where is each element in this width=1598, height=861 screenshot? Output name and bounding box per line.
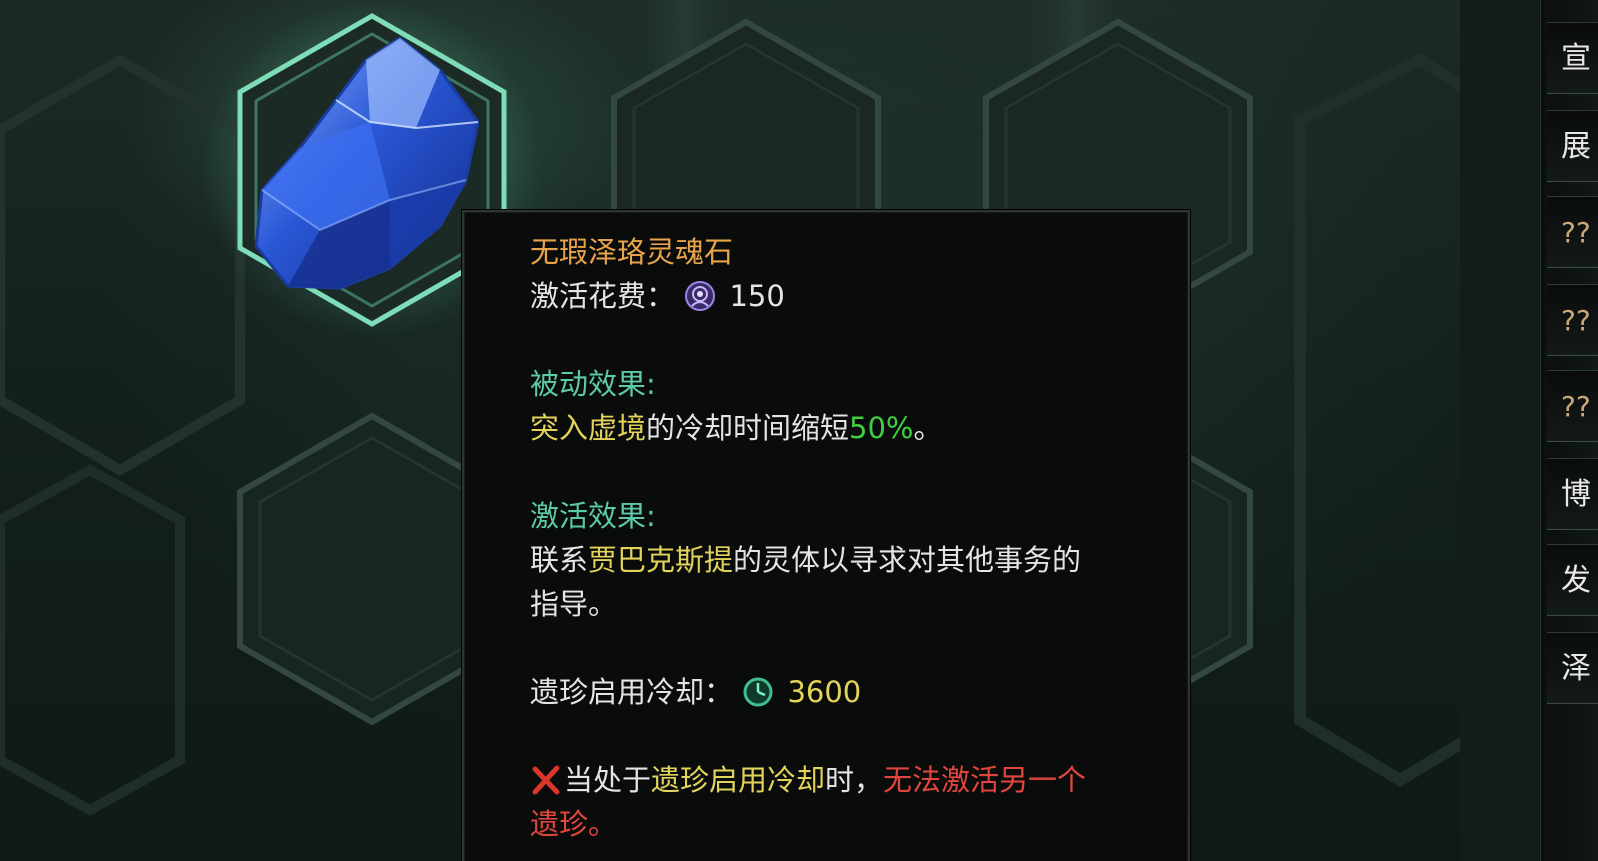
passive-percent: 50% xyxy=(849,411,914,445)
side-menu-item-6[interactable]: 博 xyxy=(1547,458,1598,530)
warning-row-1: 当处于遗珍启用冷却时，无法激活另一个 xyxy=(530,758,1130,802)
soul-stone-icon[interactable] xyxy=(240,30,500,310)
warning-mid: 时， xyxy=(825,763,884,797)
passive-effect-text: 突入虚境的冷却时间缩短50%。 xyxy=(530,406,1130,450)
active-effect-text-1: 联系贾巴克斯提的灵体以寻求对其他事务的 xyxy=(530,538,1130,582)
soul-currency-icon xyxy=(685,281,716,311)
warning-cooldown-term: 遗珍启用冷却 xyxy=(651,763,826,797)
active-effect-header: 激活效果: xyxy=(530,499,656,533)
warning-prefix: 当处于 xyxy=(564,763,652,797)
side-menu-item-8[interactable]: 泽 xyxy=(1547,632,1598,704)
item-name: 无瑕泽珞灵魂石 xyxy=(530,235,734,269)
warning-text-2: 遗珍。 xyxy=(530,807,618,841)
side-menu-item-5[interactable]: ?? xyxy=(1547,370,1598,442)
red-x-icon xyxy=(532,765,560,795)
relic-screen: 宣 展 ?? ?? ?? 博 发 泽 无瑕泽珞灵魂石 激活花费： 150 被动效… xyxy=(0,0,1598,861)
side-menu-item-7[interactable]: 发 xyxy=(1547,544,1598,616)
activation-cost-label: 激活花费： xyxy=(530,279,676,313)
side-menu-item-1[interactable]: 宣 xyxy=(1547,22,1598,94)
side-menu: 宣 展 ?? ?? ?? 博 发 泽 xyxy=(1540,0,1598,861)
relic-tooltip: 无瑕泽珞灵魂石 激活花费： 150 被动效果: 突入虚境的冷却时间缩短50%。 … xyxy=(462,210,1190,861)
side-menu-item-4[interactable]: ?? xyxy=(1547,284,1598,356)
side-menu-item-2[interactable]: 展 xyxy=(1547,110,1598,182)
cooldown-label: 遗珍启用冷却： xyxy=(530,675,734,709)
side-menu-item-3[interactable]: ?? xyxy=(1547,196,1598,268)
active-prefix: 联系 xyxy=(530,543,589,577)
passive-skill-name: 突入虚境 xyxy=(530,411,647,445)
active-desc: 的灵体以寻求对其他事务的 xyxy=(733,543,1082,577)
active-npc-name: 贾巴克斯提 xyxy=(588,543,734,577)
activation-cost-value: 150 xyxy=(729,279,785,313)
cooldown-value: 3600 xyxy=(787,675,862,709)
clock-icon xyxy=(743,677,773,707)
passive-effect-header: 被动效果: xyxy=(530,367,656,401)
active-effect-text-2: 指导。 xyxy=(530,587,618,621)
warning-text-1: 无法激活另一个 xyxy=(883,763,1087,797)
passive-desc: 的冷却时间缩短 xyxy=(646,411,850,445)
passive-end: 。 xyxy=(913,411,943,445)
activation-cost-row: 激活花费： 150 xyxy=(530,274,1130,318)
cooldown-row: 遗珍启用冷却： 3600 xyxy=(530,670,1130,714)
